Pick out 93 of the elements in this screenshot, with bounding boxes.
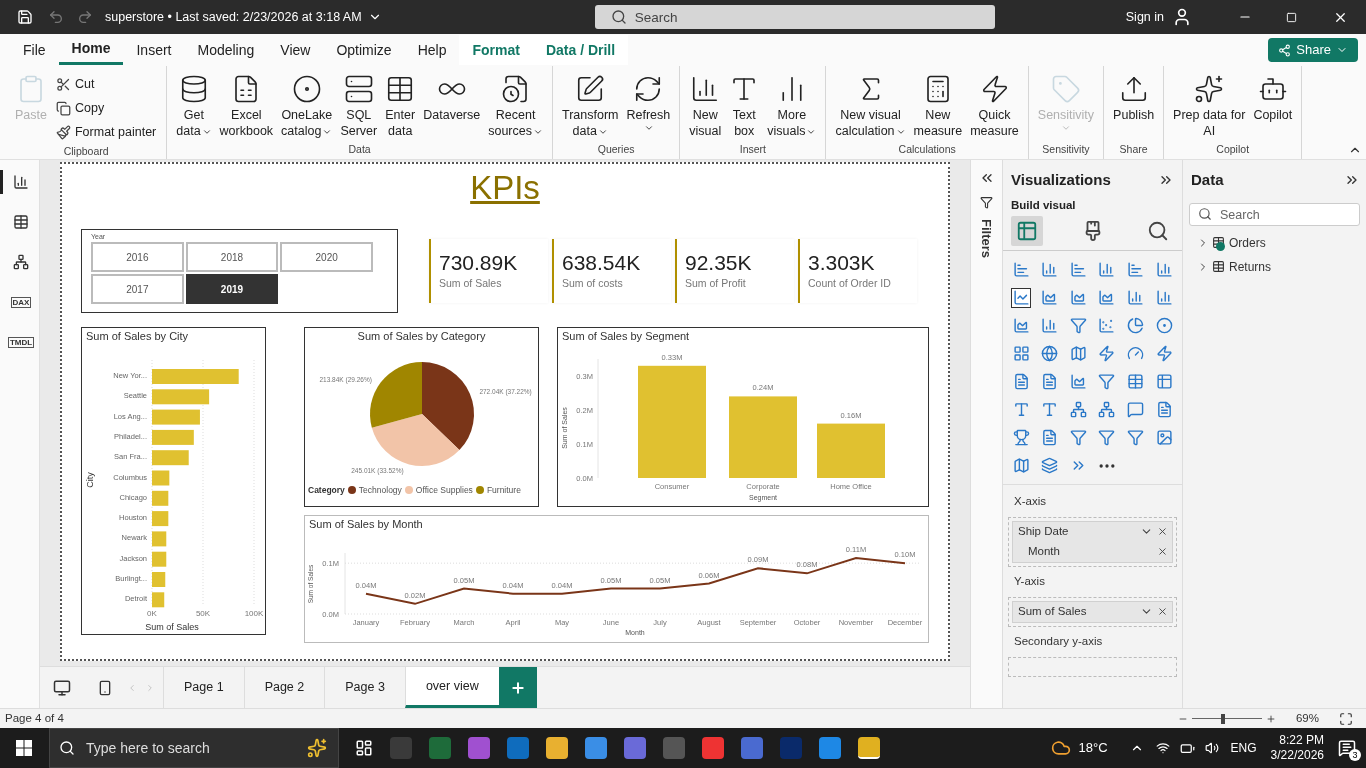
view-label: DAX xyxy=(10,296,32,308)
well-label: Secondary y-axis xyxy=(1013,634,1104,650)
field-pill-label[interactable]: Ship Date xyxy=(1018,523,1140,541)
ribbon-button[interactable]: Quick measure xyxy=(967,72,1022,139)
chart-title: Sum of Sales by City xyxy=(85,329,190,344)
ribbon-button[interactable]: Transform data xyxy=(559,72,622,139)
legend-label: Technology xyxy=(358,484,402,497)
ribbon-group-label: Calculations xyxy=(897,142,957,158)
view-button[interactable]: TMDL xyxy=(0,330,40,354)
slicer-option[interactable]: 2016 xyxy=(91,242,184,272)
legend-label: Furniture xyxy=(486,484,521,497)
kpi-value: 3.303K xyxy=(808,250,876,277)
filters-pane-label[interactable]: Filters xyxy=(976,219,997,258)
ribbon-button[interactable]: Copy xyxy=(51,96,161,120)
table-name[interactable]: Returns xyxy=(1229,258,1272,276)
ribbon-tab[interactable]: File xyxy=(10,35,59,65)
ribbon-button[interactable]: Prep data for AI xyxy=(1170,72,1249,139)
ribbon-button[interactable]: Enter data xyxy=(382,72,419,139)
ribbon-group-label: Share xyxy=(1118,142,1149,158)
field-pill-label[interactable]: Month xyxy=(1028,543,1153,561)
ribbon-button[interactable]: Refresh xyxy=(623,72,674,133)
sign-in-link[interactable]: Sign in xyxy=(1125,7,1164,27)
ribbon-button[interactable]: Format painter xyxy=(51,120,161,144)
ribbon-button[interactable]: Recent sources xyxy=(485,72,546,139)
kpi-value: 92.35K xyxy=(685,250,753,277)
slicer-option[interactable]: 2018 xyxy=(185,242,279,272)
kpi-value: 638.54K xyxy=(562,250,642,277)
slicer-option[interactable]: 2019 xyxy=(185,274,279,304)
ribbon-button[interactable]: Copilot xyxy=(1250,72,1296,123)
slicer-option[interactable]: 2017 xyxy=(91,274,184,304)
share-button[interactable]: Share xyxy=(1268,38,1358,62)
ribbon-button[interactable]: Excel workbook xyxy=(216,72,277,139)
kpi-label: Sum of costs xyxy=(562,276,624,292)
chart-title: Sum of Sales by Segment xyxy=(561,329,691,344)
well-label: Y-axis xyxy=(1013,574,1046,590)
notification-badge: 3 xyxy=(1349,749,1361,761)
ribbon-tab[interactable]: Optimize xyxy=(323,35,405,65)
ribbon-button[interactable]: New measure xyxy=(910,72,966,139)
page-indicator: Page 4 of 4 xyxy=(5,710,64,726)
ribbon-group-label: Copilot xyxy=(1215,142,1251,158)
ribbon-tab[interactable]: Format xyxy=(459,35,533,65)
legend-label: Office Supplies xyxy=(415,484,473,497)
ribbon-button[interactable]: New visual xyxy=(686,72,725,139)
ribbon-button[interactable]: More visuals xyxy=(764,72,820,139)
ribbon-group-label: Clipboard xyxy=(62,144,110,159)
ribbon-group-label: Sensitivity xyxy=(1041,142,1091,158)
ribbon-group-label: Queries xyxy=(596,142,636,158)
ribbon-group-label: Data xyxy=(347,142,372,158)
pane-title: Data xyxy=(1191,170,1224,190)
table-name[interactable]: Orders xyxy=(1229,234,1266,252)
kpi-label: Sum of Sales xyxy=(439,276,503,292)
ribbon-tab[interactable]: Insert xyxy=(123,35,185,65)
clock-date[interactable]: 3/22/2026 xyxy=(1270,748,1324,763)
ribbon-tab[interactable]: Data / Drill xyxy=(532,35,629,65)
ribbon-button[interactable]: SQL Server xyxy=(337,72,381,139)
pane-title: Visualizations xyxy=(1011,170,1111,190)
ribbon-button[interactable]: OneLake catalog xyxy=(278,72,336,139)
axis-tick-label: 100K xyxy=(244,609,264,618)
ribbon-button[interactable]: Text box xyxy=(726,72,763,139)
kpi-label: Sum of Profit xyxy=(685,276,747,292)
view-button[interactable]: DAX xyxy=(0,290,40,314)
well-label: X-axis xyxy=(1013,494,1047,510)
page-tab[interactable]: over view xyxy=(404,667,499,708)
axis-title: City xyxy=(85,472,95,488)
ribbon-button[interactable]: New visual calculation xyxy=(832,72,909,139)
slicer-option[interactable]: 2020 xyxy=(280,242,373,272)
kpi-value: 730.89K xyxy=(439,250,519,277)
clock-time[interactable]: 8:22 PM xyxy=(1279,733,1324,748)
legend-title: Category xyxy=(308,484,345,497)
ribbon-button[interactable]: Cut xyxy=(51,72,161,96)
view-label: TMDL xyxy=(7,336,35,348)
ribbon-button[interactable]: Dataverse xyxy=(420,72,484,123)
ribbon-button[interactable]: Get data xyxy=(173,72,215,139)
temperature[interactable]: 18°C xyxy=(1078,738,1108,758)
axis-tick-label: 50K xyxy=(195,609,211,618)
search-field[interactable]: Search xyxy=(594,5,995,29)
ribbon-group-label: Insert xyxy=(738,142,767,158)
language-indicator[interactable]: ENG xyxy=(1230,739,1257,757)
ribbon-tab[interactable]: View xyxy=(267,35,324,65)
report-title: KPIs xyxy=(470,168,540,208)
ribbon-tab[interactable]: Modeling xyxy=(184,35,268,65)
ribbon-tab[interactable]: Help xyxy=(404,35,460,65)
ribbon-button[interactable]: Publish xyxy=(1110,72,1158,123)
search-field[interactable]: Search xyxy=(1189,203,1360,226)
taskbar-search-field[interactable]: Type here to search xyxy=(49,728,339,768)
axis-tick-label: 0K xyxy=(147,609,157,618)
zoom-level: 69% xyxy=(1295,710,1319,726)
file-title: superstore • Last saved: 2/23/2026 at 3:18 AM xyxy=(105,8,362,26)
pane-subtitle: Build visual xyxy=(1010,197,1077,213)
chart-title: Sum of Sales by Month xyxy=(308,517,424,532)
chart-title: Sum of Sales by Category xyxy=(356,329,487,344)
kpi-label: Count of Order ID xyxy=(808,276,892,292)
axis-title: Sum of Sales xyxy=(145,622,199,632)
